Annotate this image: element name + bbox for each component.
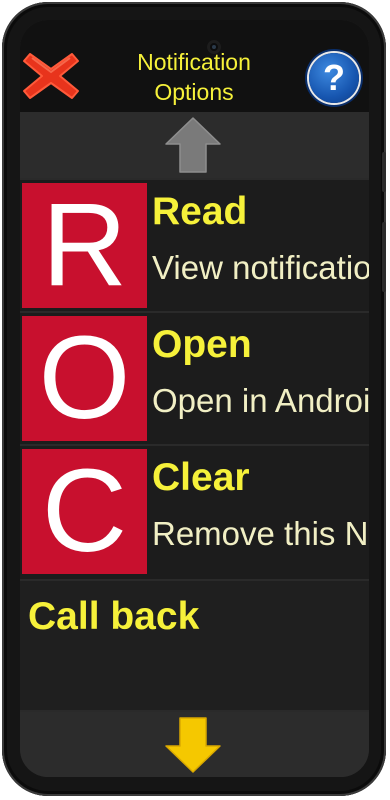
call-back-label: Call back	[28, 595, 200, 638]
title-line-1: Notification	[137, 49, 251, 75]
phone-frame: Notification Options ? R Read View notif…	[2, 2, 386, 796]
option-description: Remove this Notification	[152, 515, 369, 552]
scroll-up-button[interactable]	[20, 112, 369, 178]
front-camera	[207, 40, 221, 54]
arrow-down-icon	[165, 717, 221, 773]
letter-badge: C	[22, 449, 147, 574]
scroll-down-button[interactable]	[20, 712, 369, 777]
header-bar: Notification Options ?	[20, 20, 369, 112]
help-button[interactable]: ?	[309, 53, 359, 103]
option-title: Read	[152, 190, 248, 233]
call-back-row[interactable]: Call back	[20, 581, 369, 710]
option-description: View notification	[152, 249, 369, 286]
option-row-read[interactable]: R Read View notification	[20, 180, 369, 311]
title-line-2: Options	[154, 79, 234, 105]
option-description: Open in Android	[152, 382, 369, 419]
page-title: Notification Options	[110, 47, 278, 107]
screen: Notification Options ? R Read View notif…	[20, 20, 369, 777]
option-title: Clear	[152, 456, 250, 499]
option-row-open[interactable]: O Open Open in Android	[20, 313, 369, 444]
option-row-clear[interactable]: C Clear Remove this Notification	[20, 446, 369, 579]
power-button	[382, 222, 386, 292]
letter-badge: O	[22, 316, 147, 441]
help-icon: ?	[323, 57, 345, 98]
close-icon	[23, 53, 79, 99]
volume-button	[382, 152, 386, 192]
letter-badge: R	[22, 183, 147, 308]
close-button[interactable]	[22, 50, 80, 102]
arrow-up-icon	[165, 117, 221, 173]
option-title: Open	[152, 323, 252, 366]
